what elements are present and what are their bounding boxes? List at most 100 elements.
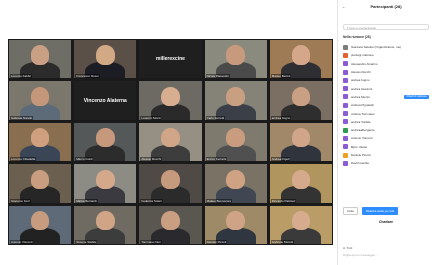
participant-row[interactable]: andrea Giannini — [343, 84, 429, 92]
participant-name: pierluigi maltrone — [351, 53, 374, 58]
tile-name-label: Nicola Piacentini — [205, 74, 230, 79]
video-tile[interactable]: Giacomo Ferri — [9, 164, 72, 203]
video-tile[interactable]: Carlo Ferretti — [204, 81, 267, 120]
chat-title: Chattare — [378, 220, 394, 224]
participant-row[interactable]: Gianluca Salvato (Organizzatore, me) — [343, 43, 429, 51]
participant-row[interactable]: Andrea Pignatelli — [343, 101, 429, 109]
participant-head — [226, 210, 246, 231]
video-tile[interactable]: Andrea Figuli — [269, 122, 332, 162]
participant-row[interactable]: Bjorn Vastel — [343, 143, 429, 151]
participant-head — [161, 169, 180, 189]
participant-row[interactable]: andreaalberganto — [343, 126, 429, 134]
in-meeting-section[interactable]: Nella riunione (28) — [343, 35, 371, 39]
video-tile[interactable]: Francesco Rossi — [74, 40, 137, 79]
avatar — [343, 77, 348, 83]
participant-head — [291, 210, 311, 231]
participant-head — [291, 86, 311, 106]
tile-name-label: Riccardo Palmieri — [270, 198, 297, 203]
video-tile[interactable]: millerexcine — [139, 40, 202, 79]
participant-head — [161, 128, 180, 148]
tile-name-label: Federica Solari — [140, 198, 163, 203]
chat-message-input[interactable]: Digita qui un messaggio... — [343, 253, 378, 257]
participant-head — [291, 169, 311, 189]
participant-row[interactable]: andrea Mezzo Chiedi di riattivare — [343, 93, 429, 101]
participant-head — [95, 169, 115, 189]
video-tile[interactable]: Lorenzo Monti — [139, 81, 202, 120]
participant-name-display: millerexcine — [156, 56, 185, 63]
participant-head — [95, 210, 115, 231]
tile-name-label: Tommaso Neri — [140, 240, 162, 244]
video-tile[interactable]: Antonio Visconti — [9, 205, 72, 244]
participant-name: Gianluca Salvato (Organizzatore, me) — [351, 45, 402, 50]
participant-row[interactable]: pierluigi maltrone — [343, 51, 429, 59]
participant-row[interactable]: andrea Visibile — [343, 118, 429, 126]
participant-row[interactable]: David Gentile — [343, 159, 429, 167]
participant-row[interactable]: Andrea Tommaso — [343, 109, 429, 117]
video-tile[interactable]: Federica Solari — [139, 164, 202, 203]
participant-row[interactable]: Alessandro Alvarino — [343, 60, 429, 68]
video-tile[interactable]: Matteo Buonocore — [204, 164, 267, 203]
chat-recipient-select[interactable]: A: Tutti — [343, 246, 352, 250]
video-tile[interactable]: Simone Stabile — [74, 205, 137, 244]
avatar — [343, 61, 348, 67]
tile-name-label: Enrico Ferraris — [205, 157, 228, 162]
video-tile[interactable]: Mattia Bernardi — [74, 164, 137, 203]
video-tile[interactable]: andrea bugno — [269, 81, 332, 120]
panel-title: Partecipanti (28) — [370, 4, 402, 9]
participant-name: andreaalberganto — [351, 128, 375, 133]
participant-name: andrea Visibile — [351, 119, 371, 124]
video-tile[interactable]: Enrico Ferraris — [204, 122, 267, 162]
tile-name-label: Matteo Bertini — [270, 74, 292, 79]
avatar — [343, 152, 348, 158]
tile-name-label: Marco Guidi — [75, 157, 94, 162]
tile-name-label: Mattia Bernardi — [75, 198, 98, 203]
ask-to-unmute-button[interactable]: Chiedi di riattivare — [404, 94, 429, 99]
avatar — [343, 160, 348, 166]
participant-name: andrea bugno — [351, 78, 370, 83]
video-tile[interactable]: Nicola Piacentini — [204, 40, 267, 79]
video-tile[interactable]: Lorenzo Fabbri — [9, 40, 72, 79]
tile-name-label: Lorenzo Cittadella — [10, 157, 37, 162]
tile-name-label: Gabriele Moretti — [270, 240, 295, 244]
avatar — [343, 69, 348, 75]
tile-name-label: Antonio Visconti — [10, 240, 34, 244]
participant-head — [30, 86, 50, 106]
participant-head — [30, 128, 50, 148]
video-tile[interactable]: Alessio Rocchi — [139, 122, 202, 162]
invite-button[interactable]: Invita — [343, 207, 358, 215]
participant-row[interactable]: Antonio Visconti — [343, 134, 429, 142]
participant-head — [226, 128, 246, 148]
video-tile[interactable]: Vincenzo Alaterna — [74, 81, 137, 120]
participant-head — [30, 210, 50, 231]
participant-row[interactable]: Daniele Piccoli — [343, 151, 429, 159]
participant-head — [226, 169, 246, 189]
participant-name: andrea Mezzo — [351, 94, 371, 99]
participant-head — [95, 128, 115, 148]
participant-head — [95, 45, 115, 65]
video-tile[interactable]: Tommaso Neri — [139, 205, 202, 244]
tile-name-label: Lorenzo Fabbri — [10, 74, 33, 79]
participants-panel: ⌄ Partecipanti (28) Trova un partecipant… — [337, 0, 434, 265]
participant-name: David Gentile — [351, 161, 370, 166]
participant-head — [161, 210, 180, 231]
tile-name-label: Daniele Piccoli — [205, 240, 228, 244]
video-tile[interactable]: Gabriele Naretti — [9, 81, 72, 120]
participant-name: Alessio Rocchi — [351, 70, 371, 75]
mute-all-button[interactable]: Disattiva audio per tutti — [361, 207, 399, 215]
participant-row[interactable]: Alessio Rocchi — [343, 68, 429, 76]
video-tile[interactable]: Marco Guidi — [74, 122, 137, 162]
tile-name-label: Gabriele Naretti — [10, 115, 34, 120]
participant-head — [161, 86, 180, 106]
video-tile[interactable]: Lorenzo Cittadella — [9, 122, 72, 162]
avatar — [343, 102, 348, 108]
tile-name-label: Simone Stabile — [75, 240, 98, 244]
participant-search-input[interactable]: Trova un partecipante — [343, 24, 429, 30]
participant-head — [30, 45, 50, 65]
video-tile[interactable]: Daniele Piccoli — [204, 205, 267, 244]
tile-name-label: Carlo Ferretti — [205, 115, 226, 120]
participant-name: andrea Giannini — [351, 86, 373, 91]
participant-row[interactable]: andrea bugno — [343, 76, 429, 84]
video-tile[interactable]: Riccardo Palmieri — [269, 164, 332, 203]
video-tile[interactable]: Matteo Bertini — [269, 40, 332, 79]
video-tile[interactable]: Gabriele Moretti — [269, 205, 332, 244]
